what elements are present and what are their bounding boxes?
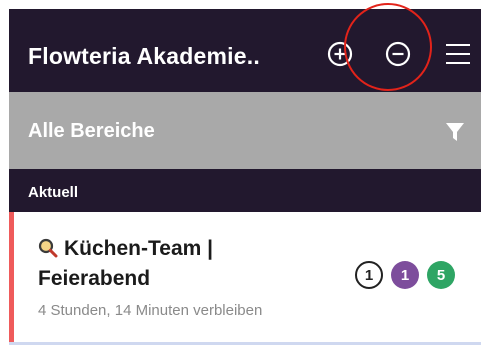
count-badge-green: 5 (427, 261, 455, 289)
next-item-edge (9, 342, 481, 345)
list-item-title: Küchen-Team | Feierabend (38, 235, 318, 292)
section-title: Aktuell (28, 184, 79, 201)
filter-title: Alle Bereiche (28, 120, 155, 142)
magnifying-glass-icon (38, 238, 58, 265)
list-item-subtitle: 4 Stunden, 14 Minuten verbleiben (38, 302, 263, 319)
list-item[interactable]: Küchen-Team | Feierabend 4 Stunden, 14 M… (9, 212, 481, 345)
count-badge-outline: 1 (355, 261, 383, 289)
filter-funnel-icon[interactable] (445, 122, 465, 147)
hamburger-menu-icon[interactable] (445, 42, 471, 66)
list-item-title-text: Küchen-Team | Feierabend (38, 237, 214, 290)
highlight-annotation-circle (344, 3, 432, 91)
status-accent-stripe (9, 212, 14, 345)
filter-bar[interactable]: Alle Bereiche (9, 92, 481, 169)
count-badge-purple: 1 (391, 261, 419, 289)
app-title: Flowteria Akademie.. (28, 43, 260, 69)
section-header: Aktuell (9, 169, 481, 212)
